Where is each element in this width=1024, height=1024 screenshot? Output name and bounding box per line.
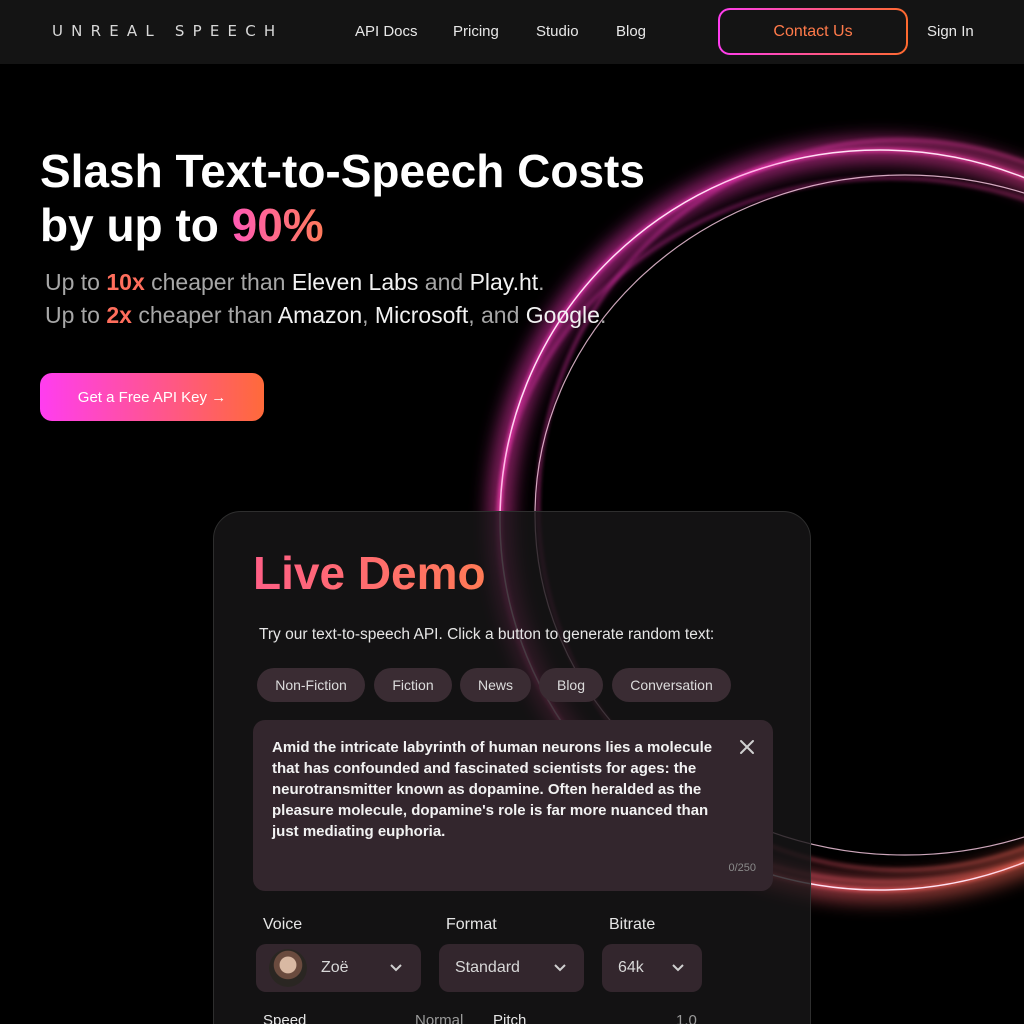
chevron-down-icon (554, 964, 566, 972)
live-demo-card: Live Demo Try our text-to-speech API. Cl… (213, 511, 811, 1024)
voice-value: Zoë (321, 959, 349, 976)
chip-news[interactable]: News (460, 668, 531, 702)
nav-api-docs[interactable]: API Docs (355, 23, 418, 40)
pitch-label: Pitch (493, 1012, 527, 1024)
format-label: Format (446, 916, 497, 933)
sub-text: , (362, 302, 375, 328)
hero-subtitle-1: Up to 10x cheaper than Eleven Labs and P… (45, 269, 545, 296)
pitch-value: 1.0 (676, 1012, 697, 1024)
hero-title-percent: 90% (231, 199, 324, 251)
sub-text: Up to (45, 269, 107, 295)
nav-pricing[interactable]: Pricing (453, 23, 499, 40)
sub-text: . (538, 269, 545, 295)
chip-fiction[interactable]: Fiction (374, 668, 452, 702)
demo-text[interactable]: Amid the intricate labyrinth of human ne… (272, 737, 722, 842)
sub-brand: Eleven Labs (291, 269, 419, 295)
sub-text: and (418, 269, 470, 295)
sub-text: . (599, 302, 607, 328)
bitrate-label: Bitrate (609, 916, 656, 933)
chevron-down-icon (390, 964, 402, 972)
voice-label: Voice (263, 916, 303, 933)
bitrate-value: 64k (618, 959, 644, 976)
sub-brand: Google (525, 302, 600, 328)
sub-text: , and (468, 302, 526, 328)
voice-select[interactable]: Zoë (256, 944, 421, 992)
sub-text: cheaper than (131, 302, 278, 328)
sign-in-link[interactable]: Sign In (927, 23, 974, 40)
character-counter: 0/250 (728, 862, 756, 874)
demo-title: Live Demo (253, 547, 486, 599)
voice-avatar (269, 949, 307, 987)
sub-text: Up to (45, 302, 107, 328)
bitrate-select[interactable]: 64k (602, 944, 702, 992)
chevron-down-icon (672, 964, 684, 972)
nav-blog[interactable]: Blog (616, 23, 646, 40)
sub-highlight: 10x (106, 269, 145, 295)
sub-brand: Play.ht (469, 269, 539, 295)
contact-us-button[interactable]: Contact Us (718, 8, 908, 55)
sub-brand: Microsoft (374, 302, 469, 328)
chip-conversation[interactable]: Conversation (612, 668, 731, 702)
demo-text-input[interactable]: Amid the intricate labyrinth of human ne… (253, 720, 773, 891)
format-value: Standard (455, 959, 520, 976)
top-header: UNREAL SPEECH API Docs Pricing Studio Bl… (0, 0, 1024, 64)
chip-blog[interactable]: Blog (539, 668, 603, 702)
demo-description: Try our text-to-speech API. Click a butt… (259, 626, 715, 643)
get-free-api-key-button[interactable]: Get a Free API Key → (40, 373, 264, 421)
hero-title-line1: Slash Text-to-Speech Costs (40, 145, 645, 197)
hero-title: Slash Text-to-Speech Costs by up to 90% (40, 144, 645, 252)
sub-brand: Amazon (277, 302, 363, 328)
logo[interactable]: UNREAL SPEECH (52, 22, 283, 40)
nav-studio[interactable]: Studio (536, 23, 579, 40)
sub-text: cheaper than (144, 269, 292, 295)
close-icon[interactable] (738, 738, 756, 756)
chip-non-fiction[interactable]: Non-Fiction (257, 668, 365, 702)
format-select[interactable]: Standard (439, 944, 584, 992)
sub-highlight: 2x (106, 302, 132, 328)
speed-value: Normal (415, 1012, 464, 1024)
speed-label: Speed (263, 1012, 307, 1024)
hero-subtitle-2: Up to 2x cheaper than Amazon, Microsoft,… (45, 302, 606, 329)
hero-title-prefix: by up to (40, 199, 232, 251)
